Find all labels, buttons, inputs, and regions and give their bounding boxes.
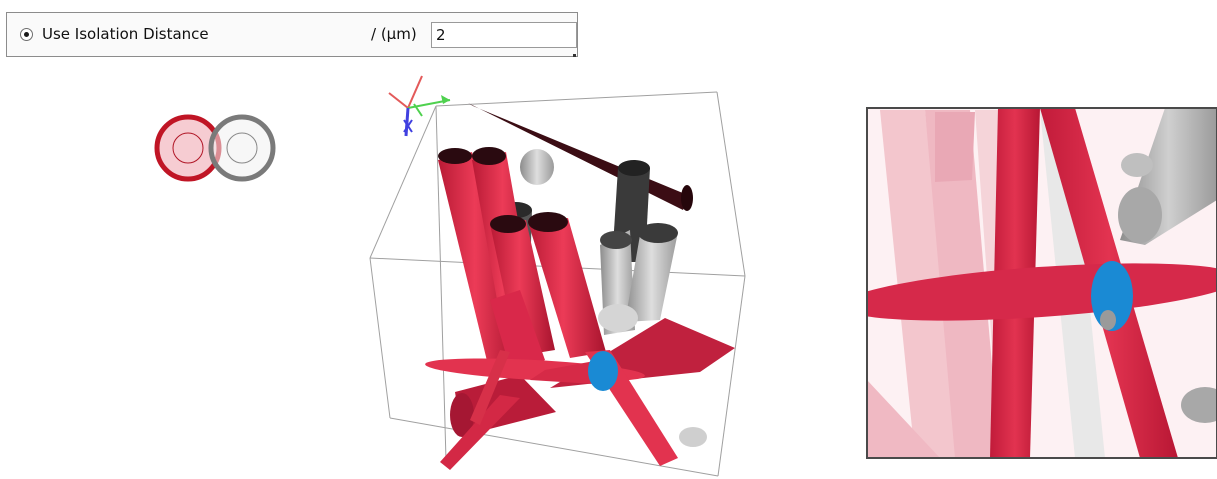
isolation-options-panel: Use Isolation Distance / (μm) — [6, 12, 578, 57]
isolation-distance-input[interactable] — [431, 22, 577, 48]
use-isolation-distance-label: Use Isolation Distance — [42, 25, 209, 43]
distance-unit-label: / (μm) — [371, 25, 417, 43]
use-isolation-distance-radio[interactable] — [20, 28, 33, 41]
overlapping-circles-icon — [154, 114, 276, 182]
resize-grip[interactable] — [573, 54, 576, 57]
3d-fiber-view[interactable] — [360, 84, 760, 479]
zoomed-detail-view[interactable] — [866, 107, 1217, 459]
radio-selected-dot — [24, 32, 29, 37]
